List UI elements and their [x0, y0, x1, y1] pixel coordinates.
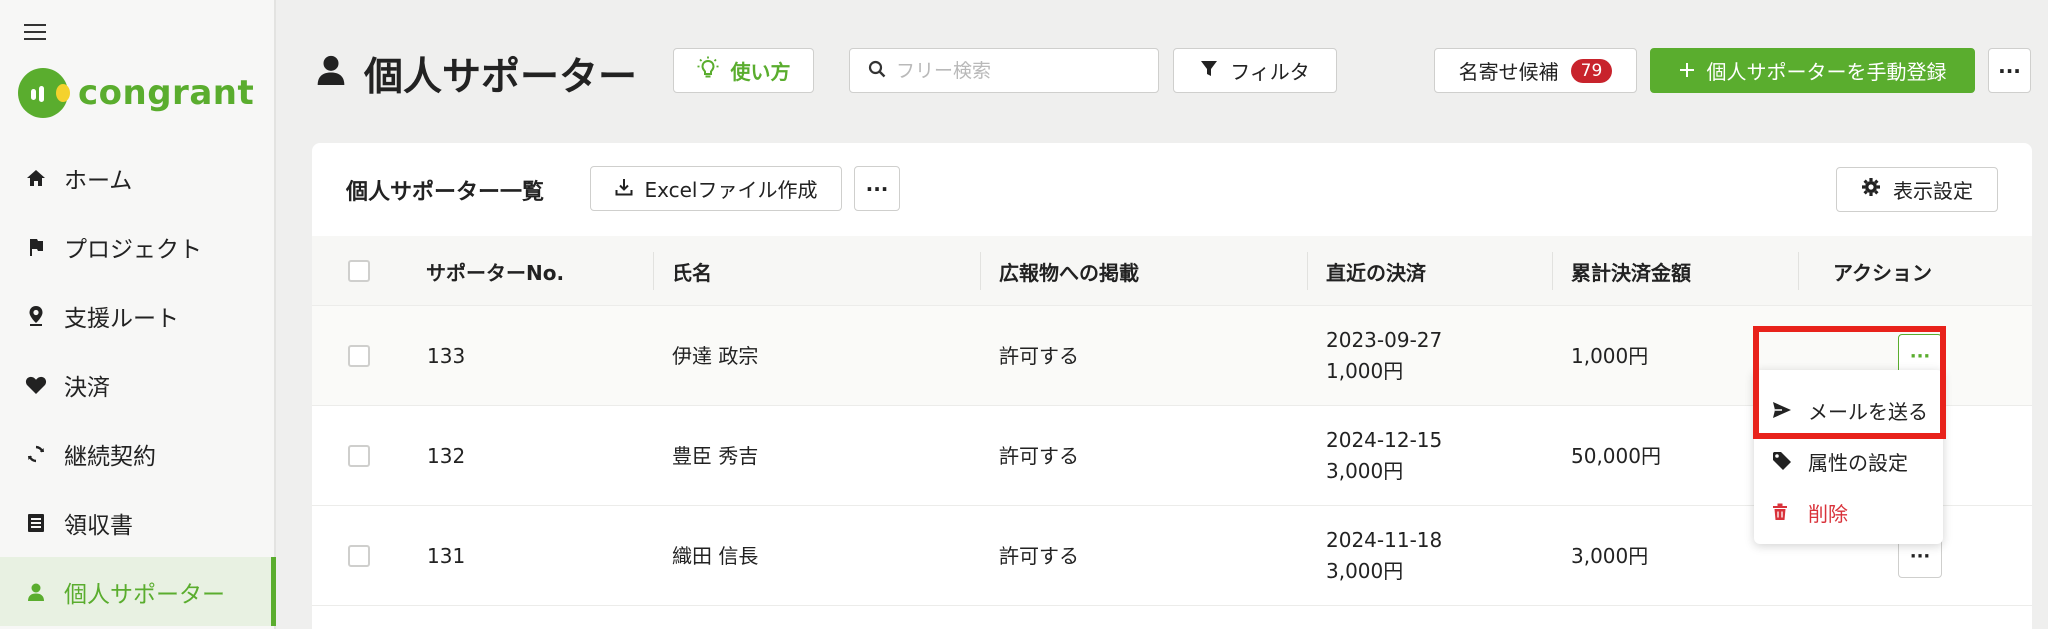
- sidebar-item-individual-supporters[interactable]: 個人サポーター: [0, 557, 276, 626]
- column-header-action: アクション: [1833, 260, 1932, 285]
- person-icon: [24, 580, 48, 604]
- register-label: 個人サポーターを手動登録: [1706, 60, 1947, 84]
- search-input[interactable]: [896, 59, 1146, 82]
- latest-payment-date: 2024-11-18: [1326, 528, 1443, 552]
- column-header-publicity[interactable]: 広報物への掲載: [999, 236, 1139, 306]
- total-amount: 50,000円: [1571, 444, 1661, 468]
- menu-icon[interactable]: [24, 24, 46, 42]
- sidebar: congrant ホーム プロジェクト 支援ルート 決済 継続契約 領収書 個人…: [0, 0, 276, 629]
- sidebar-item-projects[interactable]: プロジェクト: [0, 212, 274, 281]
- publicity-status: 許可する: [999, 544, 1079, 568]
- location-pin-icon: [24, 304, 48, 328]
- merge-candidates-button[interactable]: 名寄せ候補 79: [1434, 48, 1637, 93]
- total-amount: 3,000円: [1571, 544, 1649, 568]
- sidebar-item-label: 支援ルート: [64, 305, 179, 332]
- sidebar-item-label: 個人サポーター: [64, 581, 225, 608]
- sidebar-item-home[interactable]: ホーム: [0, 143, 274, 212]
- receipt-icon: [24, 511, 48, 535]
- filter-icon: [1200, 59, 1218, 83]
- heart-icon: [24, 373, 48, 397]
- tag-icon: [1772, 451, 1794, 471]
- card-more-button[interactable]: ···: [854, 166, 900, 211]
- sidebar-item-label: プロジェクト: [64, 236, 202, 263]
- menu-item-attribute-settings[interactable]: 属性の設定: [1754, 436, 1943, 486]
- latest-payment-amount: 3,000円: [1326, 459, 1404, 483]
- menu-item-label: 属性の設定: [1808, 450, 1908, 475]
- display-settings-button[interactable]: 表示設定: [1836, 167, 1998, 212]
- flag-icon: [24, 235, 48, 259]
- column-header-total-amount[interactable]: 累計決済金額: [1571, 236, 1691, 306]
- page-title-text: 個人サポーター: [364, 55, 638, 100]
- download-icon: [615, 177, 633, 201]
- sidebar-item-receipts[interactable]: 領収書: [0, 488, 274, 557]
- menu-item-label: 削除: [1808, 501, 1848, 526]
- person-icon: [316, 52, 346, 97]
- sidebar-item-payments[interactable]: 決済: [0, 350, 274, 419]
- sidebar-item-label: ホーム: [64, 167, 133, 194]
- search-box[interactable]: [849, 48, 1159, 93]
- sidebar-item-subscriptions[interactable]: 継続契約: [0, 419, 274, 488]
- supporter-name[interactable]: 伊達 政宗: [672, 341, 758, 372]
- home-icon: [24, 166, 48, 190]
- select-all-checkbox[interactable]: [348, 260, 370, 282]
- logo[interactable]: congrant: [18, 68, 254, 118]
- row-checkbox[interactable]: [348, 345, 370, 367]
- howto-label: 使い方: [730, 60, 791, 84]
- plus-icon: [1679, 59, 1695, 83]
- publicity-status: 許可する: [999, 344, 1079, 368]
- column-header-latest-payment[interactable]: 直近の決済: [1326, 236, 1426, 306]
- sidebar-item-label: 決済: [64, 374, 110, 401]
- page-title: 個人サポーター: [316, 46, 637, 102]
- more-icon: ···: [1998, 58, 2021, 83]
- row-checkbox[interactable]: [348, 445, 370, 467]
- supporter-no: 133: [427, 344, 466, 368]
- filter-button[interactable]: フィルタ: [1173, 48, 1337, 93]
- table-header: サポーターNo. 氏名 広報物への掲載 直近の決済 累計決済金額 アクション: [312, 236, 2032, 306]
- merge-label: 名寄せ候補: [1458, 60, 1559, 84]
- column-header-name[interactable]: 氏名: [672, 236, 712, 306]
- howto-button[interactable]: 使い方: [673, 48, 814, 93]
- lightbulb-icon: [697, 56, 719, 85]
- highlight-annotation: [1753, 326, 1946, 439]
- excel-export-button[interactable]: Excelファイル作成: [590, 166, 842, 211]
- latest-payment-date: 2024-12-15: [1326, 428, 1443, 452]
- logo-mark-icon: [18, 68, 70, 118]
- refresh-icon: [24, 442, 48, 466]
- card-title: 個人サポーター一覧: [346, 180, 545, 205]
- sidebar-item-label: 継続契約: [64, 443, 156, 470]
- latest-payment-date: 2023-09-27: [1326, 328, 1443, 352]
- header-more-button[interactable]: ···: [1988, 48, 2031, 93]
- latest-payment-amount: 1,000円: [1326, 359, 1404, 383]
- gear-icon: [1861, 177, 1881, 202]
- column-header-supporter-no[interactable]: サポーターNo.: [426, 236, 564, 306]
- more-icon: ···: [865, 176, 889, 201]
- publicity-status: 許可する: [999, 444, 1079, 468]
- logo-text: congrant: [78, 73, 255, 113]
- excel-label: Excelファイル作成: [644, 178, 818, 202]
- total-amount: 1,000円: [1571, 344, 1649, 368]
- manual-register-button[interactable]: 個人サポーターを手動登録: [1650, 48, 1975, 93]
- menu-item-delete[interactable]: 削除: [1754, 487, 1943, 537]
- trash-icon: [1772, 503, 1794, 521]
- search-icon: [868, 59, 886, 83]
- latest-payment-amount: 3,000円: [1326, 559, 1404, 583]
- sidebar-item-label: 領収書: [64, 512, 133, 539]
- supporter-name[interactable]: 豊臣 秀吉: [672, 441, 758, 472]
- display-settings-label: 表示設定: [1893, 179, 1973, 203]
- row-checkbox[interactable]: [348, 545, 370, 567]
- supporter-no: 131: [427, 544, 466, 568]
- filter-label: フィルタ: [1230, 60, 1310, 84]
- sidebar-item-routes[interactable]: 支援ルート: [0, 281, 274, 350]
- supporter-no: 132: [427, 444, 466, 468]
- merge-count-badge: 79: [1570, 58, 1613, 83]
- sidebar-nav: ホーム プロジェクト 支援ルート 決済 継続契約 領収書 個人サポーター: [0, 143, 276, 626]
- supporter-name[interactable]: 織田 信長: [672, 541, 758, 572]
